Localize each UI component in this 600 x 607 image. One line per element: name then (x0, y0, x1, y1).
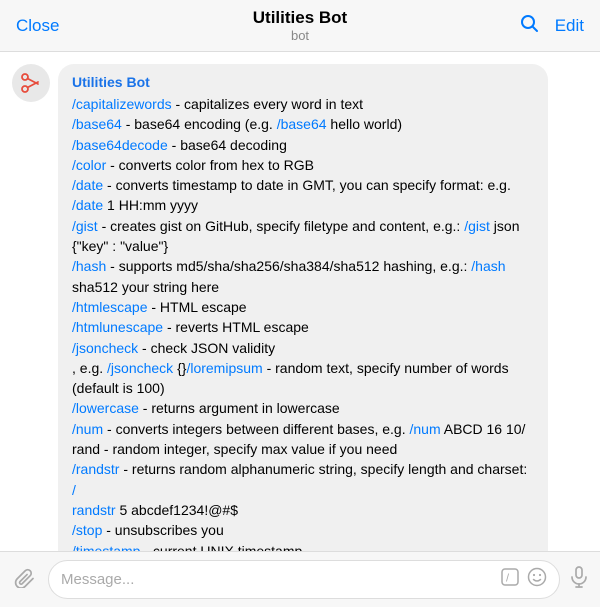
cmd-randstr: /randstr (72, 461, 119, 477)
avatar (12, 64, 50, 102)
emoji-button[interactable] (527, 567, 547, 592)
attach-button[interactable] (10, 566, 40, 594)
cmd-jsoncheck: /jsoncheck (72, 340, 138, 356)
message-bubble: Utilities Bot /capitalizewords - capital… (58, 64, 548, 551)
svg-text:/: / (506, 573, 510, 585)
cmd-timestamp: /timestamp (72, 543, 140, 551)
header-center: Utilities Bot bot (253, 8, 347, 43)
input-bar: / (0, 551, 600, 607)
message-row: Utilities Bot /capitalizewords - capital… (12, 64, 588, 551)
search-icon (519, 13, 539, 33)
cmd-gist: /gist (72, 218, 98, 234)
cmd-base64: /base64 (72, 116, 122, 132)
input-right-icons: / (501, 567, 547, 592)
cmd-stop: /stop (72, 522, 102, 538)
header-subtitle: bot (291, 28, 309, 43)
cmd-color: /color (72, 157, 106, 173)
header-right: Edit (519, 13, 584, 38)
header-title: Utilities Bot (253, 8, 347, 28)
message-input[interactable] (61, 571, 495, 588)
chat-area: Utilities Bot /capitalizewords - capital… (0, 52, 600, 551)
message-text: /capitalizewords - capitalizes every wor… (72, 94, 534, 551)
cmd-date: /date (72, 177, 103, 193)
search-button[interactable] (519, 13, 539, 38)
header-left: Close (16, 16, 59, 36)
emoji-icon (527, 567, 547, 587)
cmd-num: /num (72, 421, 103, 437)
cmd-hash: /hash (72, 258, 106, 274)
cmd-htmlunescape: /htmlunescape (72, 319, 163, 335)
close-button[interactable]: Close (16, 16, 59, 36)
cmd-base64decode: /base64decode (72, 137, 168, 153)
header: Close Utilities Bot bot Edit (0, 0, 600, 52)
message-sender: Utilities Bot (72, 74, 534, 90)
cmd-capitalizewords: /capitalizewords (72, 96, 172, 112)
edit-button[interactable]: Edit (555, 16, 584, 36)
scissors-icon (17, 69, 45, 97)
cmd-htmlescape: /htmlescape (72, 299, 147, 315)
input-field-wrapper: / (48, 560, 560, 599)
mic-button[interactable] (568, 566, 590, 594)
mic-icon (568, 566, 590, 588)
slash-button[interactable]: / (501, 568, 519, 591)
cmd-lowercase: /lowercase (72, 400, 139, 416)
slash-icon: / (501, 568, 519, 586)
attach-icon (14, 566, 36, 588)
